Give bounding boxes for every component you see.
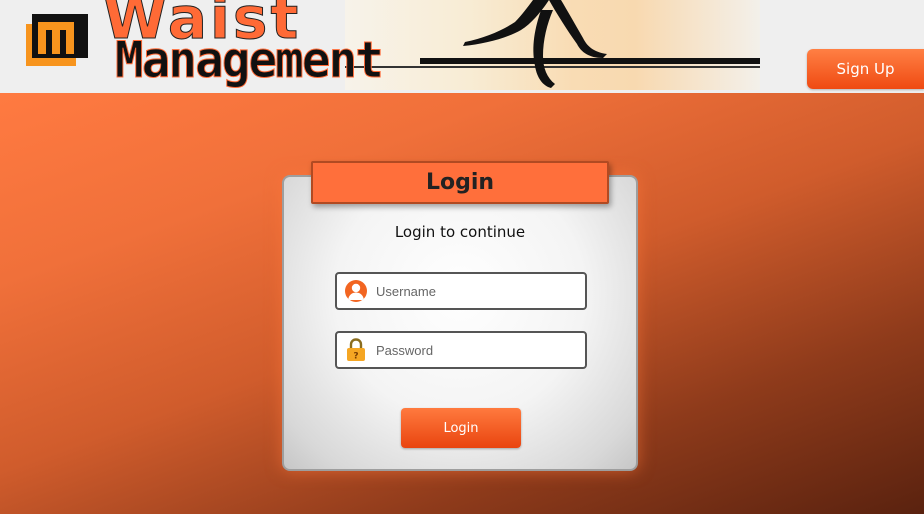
- svg-text:?: ?: [353, 352, 358, 362]
- banner-image: [345, 0, 760, 90]
- logo-text-management: Management: [115, 31, 385, 90]
- runner-silhouette-icon: [345, 0, 760, 88]
- site-header: Waist Management Sign Up: [0, 0, 924, 93]
- user-icon: [345, 280, 367, 302]
- username-input[interactable]: [376, 274, 576, 308]
- login-title: Login: [425, 170, 495, 195]
- lock-icon: ?: [347, 338, 365, 362]
- sign-up-button[interactable]: Sign Up: [807, 49, 924, 89]
- login-submit-button[interactable]: Login: [401, 408, 521, 448]
- password-field[interactable]: ?: [335, 331, 587, 369]
- login-subtitle: Login to continue: [394, 223, 526, 241]
- login-header-tab: Login: [311, 161, 609, 204]
- password-input[interactable]: [376, 333, 576, 367]
- username-field[interactable]: [335, 272, 587, 310]
- waist-management-logo-icon: [26, 14, 88, 66]
